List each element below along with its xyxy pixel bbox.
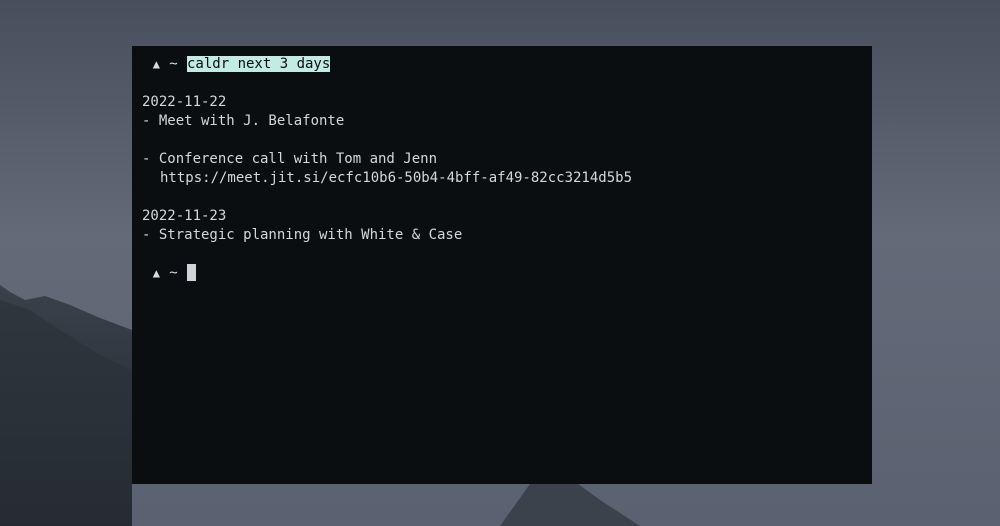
prompt-triangle-icon: ▲ (152, 266, 160, 280)
prompt-triangle-icon: ▲ (152, 57, 160, 71)
prompt-directory: ~ (169, 265, 178, 281)
date-header: 2022-11-23 (142, 208, 227, 224)
command-text: caldr next 3 days (187, 56, 331, 72)
date-header: 2022-11-22 (142, 94, 227, 110)
prompt-directory: ~ (169, 56, 178, 72)
terminal-window[interactable]: ▲ ~ caldr next 3 days 2022-11-22 - Meet wi… (132, 46, 872, 484)
event-link[interactable]: https://meet.jit.si/ecfc10b6-50b4-4bff-a… (142, 169, 862, 188)
command-line: ▲ ~ caldr next 3 days (142, 55, 862, 74)
event-item: - Strategic planning with White & Case (142, 227, 463, 243)
text-cursor (187, 264, 196, 281)
event-item: - Conference call with Tom and Jenn (142, 151, 438, 167)
event-item: - Meet with J. Belafonte (142, 113, 345, 129)
input-prompt-line[interactable]: ▲ ~ (142, 264, 862, 283)
